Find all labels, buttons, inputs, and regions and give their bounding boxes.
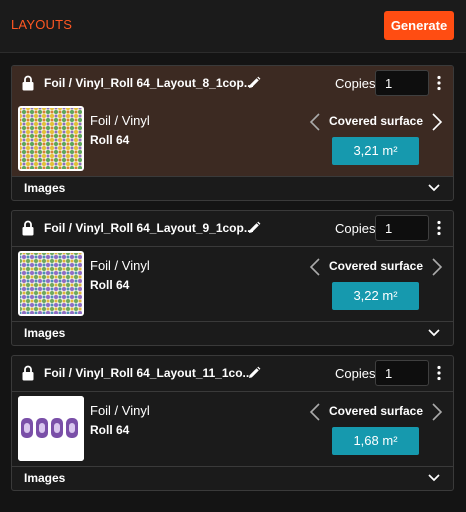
metric-label: Covered surface — [328, 114, 424, 128]
copies-label: Copies — [335, 221, 376, 236]
page-title: LAYOUTS — [11, 17, 73, 32]
copies-input[interactable] — [375, 70, 429, 96]
images-toggle[interactable]: Images — [12, 176, 453, 200]
layout-card-body: Foil / Vinyl Roll 64 Covered surface 1,6… — [12, 391, 453, 467]
copies-input[interactable] — [375, 215, 429, 241]
pencil-icon[interactable] — [247, 366, 261, 380]
layout-thumbnail[interactable] — [18, 251, 84, 316]
more-options-icon[interactable] — [436, 75, 442, 91]
layout-card-body: Foil / Vinyl Roll 64 Covered surface 3,2… — [12, 101, 453, 177]
chevron-right-icon[interactable] — [431, 112, 443, 132]
covered-surface-value: 1,68 m² — [332, 427, 419, 455]
layout-card[interactable]: Foil / Vinyl_Roll 64_Layout_9_1cop... Co… — [11, 210, 454, 346]
material-label: Foil / Vinyl — [90, 113, 150, 128]
chevron-left-icon[interactable] — [309, 257, 321, 277]
chevron-left-icon[interactable] — [309, 112, 321, 132]
roll-label: Roll 64 — [90, 133, 130, 147]
layout-card[interactable]: Foil / Vinyl_Roll 64_Layout_8_1cop... Co… — [11, 65, 454, 201]
images-label: Images — [24, 471, 66, 485]
chevron-right-icon[interactable] — [431, 402, 443, 422]
copies-input[interactable] — [375, 360, 429, 386]
metric-label: Covered surface — [328, 259, 424, 273]
images-label: Images — [24, 326, 66, 340]
lock-icon[interactable] — [22, 75, 34, 91]
images-label: Images — [24, 181, 66, 195]
layout-card[interactable]: Foil / Vinyl_Roll 64_Layout_11_1co... Co… — [11, 355, 454, 491]
layout-card-body: Foil / Vinyl Roll 64 Covered surface 3,2… — [12, 246, 453, 322]
chevron-down-icon — [428, 184, 440, 192]
pencil-icon[interactable] — [247, 221, 261, 235]
copies-label: Copies — [335, 366, 376, 381]
chevron-down-icon — [428, 329, 440, 337]
images-toggle[interactable]: Images — [12, 466, 453, 490]
material-label: Foil / Vinyl — [90, 258, 150, 273]
lock-icon[interactable] — [22, 365, 34, 381]
layout-name: Foil / Vinyl_Roll 64_Layout_11_1co... — [44, 366, 253, 380]
images-toggle[interactable]: Images — [12, 321, 453, 345]
layout-card-header: Foil / Vinyl_Roll 64_Layout_11_1co... Co… — [12, 356, 453, 392]
layout-card-header: Foil / Vinyl_Roll 64_Layout_8_1cop... Co… — [12, 66, 453, 102]
top-bar: LAYOUTS Generate — [0, 0, 466, 53]
chevron-right-icon[interactable] — [431, 257, 443, 277]
layout-thumbnail[interactable] — [18, 106, 84, 171]
roll-label: Roll 64 — [90, 423, 130, 437]
lock-icon[interactable] — [22, 220, 34, 236]
layout-name: Foil / Vinyl_Roll 64_Layout_9_1cop... — [44, 221, 254, 235]
material-label: Foil / Vinyl — [90, 403, 150, 418]
covered-surface-value: 3,22 m² — [332, 282, 419, 310]
layout-thumbnail[interactable] — [18, 396, 84, 461]
layout-card-header: Foil / Vinyl_Roll 64_Layout_9_1cop... Co… — [12, 211, 453, 247]
generate-button[interactable]: Generate — [384, 11, 454, 40]
layout-name: Foil / Vinyl_Roll 64_Layout_8_1cop... — [44, 76, 254, 90]
pencil-icon[interactable] — [247, 76, 261, 90]
more-options-icon[interactable] — [436, 365, 442, 381]
chevron-down-icon — [428, 474, 440, 482]
roll-label: Roll 64 — [90, 278, 130, 292]
more-options-icon[interactable] — [436, 220, 442, 236]
covered-surface-value: 3,21 m² — [332, 137, 419, 165]
copies-label: Copies — [335, 76, 376, 91]
chevron-left-icon[interactable] — [309, 402, 321, 422]
metric-label: Covered surface — [328, 404, 424, 418]
